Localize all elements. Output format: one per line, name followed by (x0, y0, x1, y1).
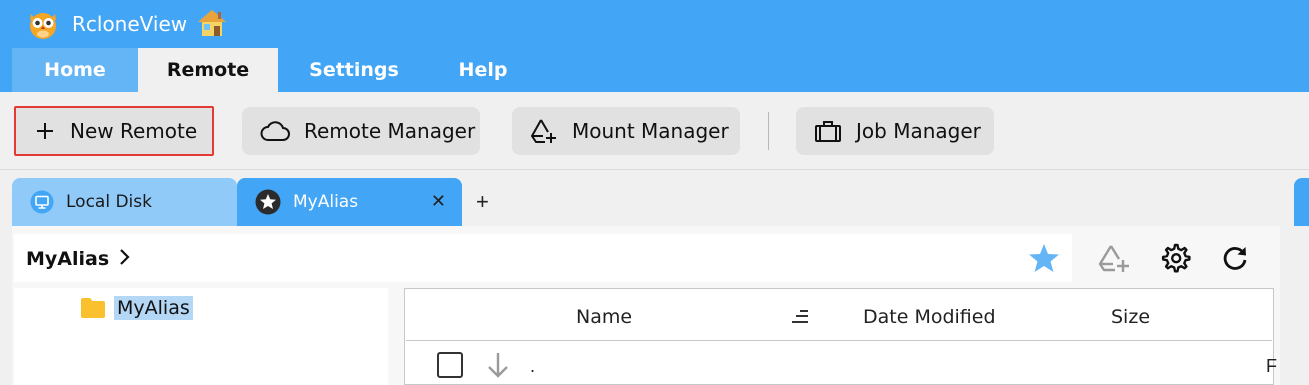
tree-item-myalias[interactable]: MyAlias (114, 296, 193, 320)
tab-local-disk-label: Local Disk (66, 192, 152, 212)
next-panel-tab[interactable] (1294, 178, 1309, 226)
refresh-icon (1223, 247, 1247, 270)
add-tab-button[interactable]: + (476, 189, 489, 215)
job-manager-button[interactable]: Job Manager (796, 107, 994, 155)
breadcrumb-myalias[interactable]: MyAlias (26, 248, 109, 270)
mount-button[interactable] (1096, 240, 1132, 276)
menu-tab-home[interactable]: Home (12, 48, 138, 92)
job-manager-label: Job Manager (856, 119, 981, 143)
row-checkbox[interactable] (437, 352, 463, 378)
menu-tab-help[interactable]: Help (430, 48, 536, 92)
toolbar-divider (768, 112, 769, 150)
mount-manager-button[interactable]: Mount Manager (512, 107, 740, 155)
chevron-right-icon[interactable] (118, 247, 132, 267)
star-badge-icon (255, 189, 281, 215)
tab-local-disk[interactable]: Local Disk (12, 178, 237, 226)
gear-icon (1161, 243, 1191, 273)
column-header-name[interactable]: Name (576, 306, 632, 328)
house-icon (198, 10, 226, 36)
header-divider (406, 340, 1272, 341)
arrow-down-icon[interactable] (486, 351, 510, 379)
menu-bar: Home Remote Settings Help (0, 48, 1309, 92)
favorite-star-icon[interactable] (1026, 240, 1062, 276)
app-title: RcloneView (72, 12, 188, 36)
path-bar (14, 234, 1072, 282)
folder-icon (81, 298, 105, 318)
column-header-date-modified[interactable]: Date Modified (863, 306, 996, 328)
toolbar: New Remote Remote Manager Mount Manager … (0, 92, 1309, 170)
new-remote-button[interactable]: New Remote (14, 106, 214, 156)
sort-icon[interactable] (790, 307, 810, 327)
refresh-button[interactable] (1217, 240, 1253, 276)
menu-tab-settings[interactable]: Settings (278, 48, 430, 92)
settings-button[interactable] (1157, 240, 1193, 276)
tab-myalias-label: MyAlias (293, 192, 359, 212)
folder-tree (14, 288, 388, 385)
explorer-tab-strip: Local Disk MyAlias ✕ + (0, 171, 1309, 226)
file-row-trailing: F (1266, 356, 1277, 376)
mount-manager-label: Mount Manager (572, 119, 729, 143)
tab-myalias[interactable]: MyAlias ✕ (237, 178, 462, 226)
monitor-icon (30, 190, 54, 214)
owl-logo-icon (30, 13, 56, 39)
new-remote-label: New Remote (70, 119, 198, 143)
remote-manager-label: Remote Manager (304, 119, 476, 143)
mount-drive-add-icon (1098, 245, 1129, 272)
menu-tab-remote[interactable]: Remote (138, 48, 278, 92)
cloud-icon (260, 121, 290, 141)
briefcase-icon (815, 121, 841, 142)
title-bar: RcloneView (0, 0, 1309, 48)
column-header-size[interactable]: Size (1111, 306, 1150, 328)
file-row-name[interactable]: . (530, 356, 535, 377)
close-tab-icon[interactable]: ✕ (431, 191, 446, 212)
plus-icon (37, 123, 53, 139)
mount-drive-add-icon (531, 119, 556, 143)
remote-manager-button[interactable]: Remote Manager (242, 107, 480, 155)
